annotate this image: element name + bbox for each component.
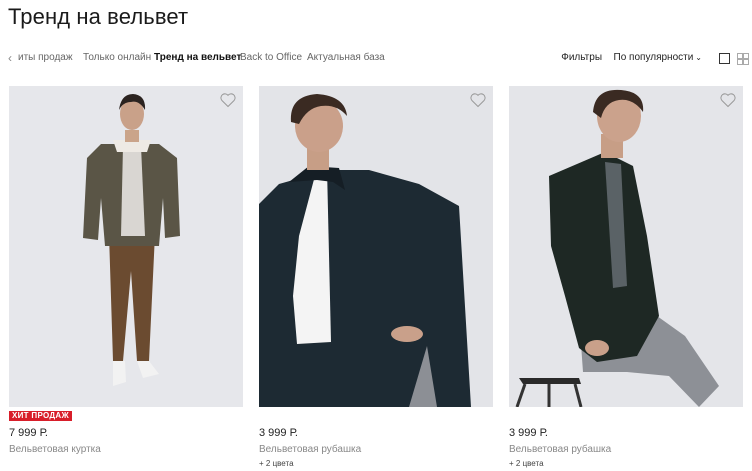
tab-back-to-office[interactable]: Back to Office [240, 52, 302, 64]
tab-bestsellers[interactable]: иты продаж [18, 52, 73, 64]
product-price: 7 999 Р. [9, 427, 48, 439]
product-colors[interactable]: + 2 цвета [509, 459, 544, 468]
product-card[interactable]: ХИТ ПРОДАЖ 7 999 Р. Вельветовая куртка [9, 86, 243, 455]
tab-online-only[interactable]: Только онлайн [83, 52, 151, 64]
product-name[interactable]: Вельветовая рубашка [509, 444, 611, 455]
tab-corduroy-trend[interactable]: Тренд на вельвет [154, 52, 241, 64]
product-name[interactable]: Вельветовая куртка [9, 444, 101, 455]
grid-one-icon[interactable] [719, 53, 730, 64]
page-title: Тренд на вельвет [8, 4, 189, 29]
heart-icon[interactable] [219, 92, 237, 108]
tab-basics[interactable]: Актуальная база [307, 52, 385, 64]
grid-four-icon[interactable] [737, 53, 749, 65]
product-image[interactable] [259, 86, 493, 407]
product-image[interactable] [9, 86, 243, 407]
filters-button[interactable]: Фильтры [561, 52, 602, 64]
heart-icon[interactable] [719, 92, 737, 108]
product-image[interactable] [509, 86, 743, 407]
chevron-left-icon[interactable]: ‹ [8, 52, 12, 64]
heart-icon[interactable] [469, 92, 487, 108]
product-card[interactable]: 3 999 Р. Вельветовая рубашка + 2 цвета [509, 86, 743, 468]
sort-dropdown[interactable]: По популярности ⌄ [614, 52, 702, 64]
bestseller-badge: ХИТ ПРОДАЖ [9, 411, 72, 421]
product-name[interactable]: Вельветовая рубашка [259, 444, 361, 455]
product-price: 3 999 Р. [509, 427, 548, 439]
product-colors[interactable]: + 2 цвета [259, 459, 294, 468]
chevron-down-icon: ⌄ [695, 53, 702, 62]
product-card[interactable]: 3 999 Р. Вельветовая рубашка + 2 цвета [259, 86, 493, 468]
product-price: 3 999 Р. [259, 427, 298, 439]
sort-label: По популярности [613, 52, 694, 63]
